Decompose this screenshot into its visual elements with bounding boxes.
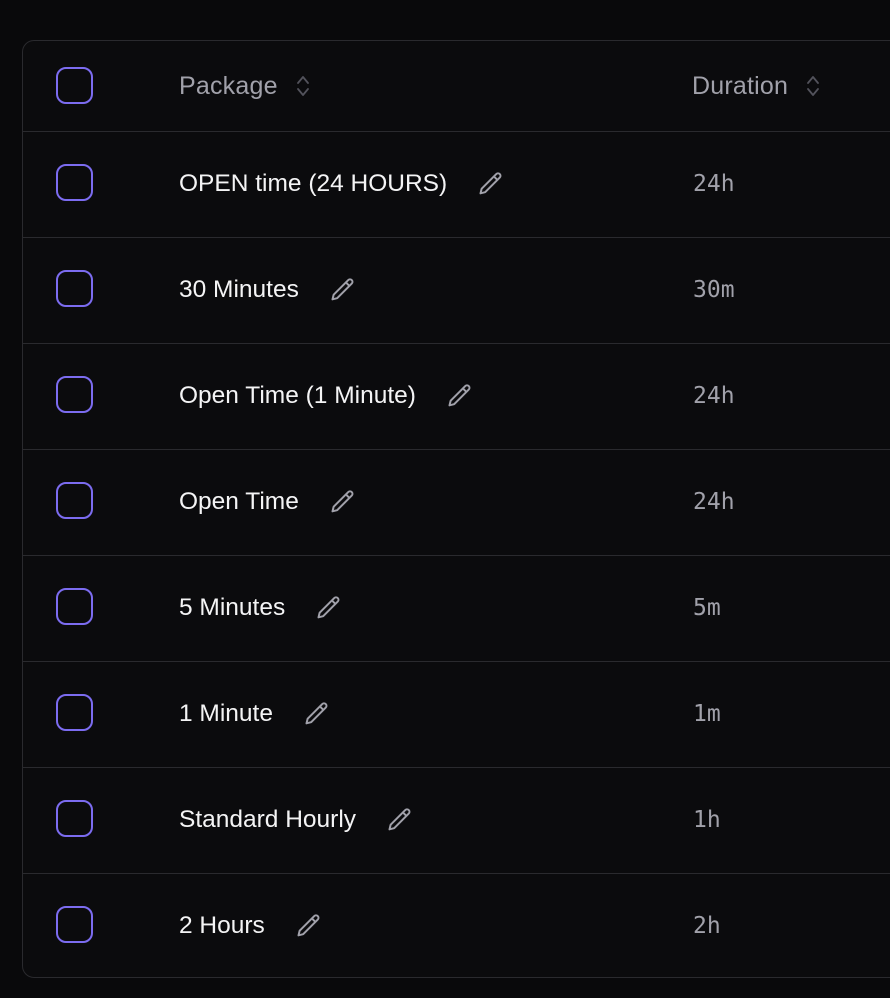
duration-cell: 24h [693, 171, 735, 197]
column-header-duration[interactable]: Duration [692, 41, 820, 131]
table-row[interactable]: Open Time 24h [23, 449, 890, 555]
table-row[interactable]: 1 Minute 1m [23, 661, 890, 767]
package-name: 2 Hours [179, 912, 265, 939]
sort-icon[interactable] [806, 73, 820, 99]
table-row[interactable]: 5 Minutes 5m [23, 555, 890, 661]
pencil-icon[interactable] [446, 382, 474, 410]
duration-cell: 30m [693, 277, 735, 303]
table-row[interactable]: 30 Minutes 30m [23, 237, 890, 343]
row-checkbox[interactable] [56, 588, 93, 625]
row-checkbox[interactable] [56, 694, 93, 731]
package-cell: 1 Minute [179, 662, 331, 766]
pencil-icon[interactable] [477, 170, 505, 198]
packages-table: Package Duration OPEN time (24 HOURS) 24… [22, 40, 890, 978]
package-name: Open Time (1 Minute) [179, 382, 416, 409]
row-checkbox[interactable] [56, 270, 93, 307]
column-header-package[interactable]: Package [179, 41, 310, 131]
package-name: 1 Minute [179, 700, 273, 727]
package-name: 5 Minutes [179, 594, 286, 621]
row-checkbox[interactable] [56, 164, 93, 201]
column-header-duration-label: Duration [692, 71, 789, 100]
pencil-icon[interactable] [329, 276, 357, 304]
pencil-icon[interactable] [386, 806, 414, 834]
package-name: 30 Minutes [179, 276, 299, 303]
table-row[interactable]: OPEN time (24 HOURS) 24h [23, 131, 890, 237]
package-cell: 2 Hours [179, 874, 323, 977]
row-checkbox[interactable] [56, 800, 93, 837]
duration-cell: 5m [693, 595, 721, 621]
package-cell: 30 Minutes [179, 238, 357, 342]
package-name: OPEN time (24 HOURS) [179, 170, 448, 197]
table-header-row: Package Duration [23, 41, 890, 131]
duration-cell: 24h [693, 383, 735, 409]
package-name: Open Time [179, 488, 299, 515]
package-name: Standard Hourly [179, 806, 357, 833]
duration-cell: 2h [693, 913, 721, 939]
table-row[interactable]: Open Time (1 Minute) 24h [23, 343, 890, 449]
duration-cell: 1m [693, 701, 721, 727]
package-cell: OPEN time (24 HOURS) [179, 132, 505, 236]
package-cell: Open Time [179, 450, 357, 554]
pencil-icon[interactable] [315, 594, 343, 622]
row-checkbox[interactable] [56, 376, 93, 413]
table-row[interactable]: 2 Hours 2h [23, 873, 890, 977]
pencil-icon[interactable] [329, 488, 357, 516]
duration-cell: 1h [693, 807, 721, 833]
column-header-package-label: Package [179, 71, 278, 100]
package-cell: 5 Minutes [179, 556, 343, 660]
duration-cell: 24h [693, 489, 735, 515]
pencil-icon[interactable] [303, 700, 331, 728]
pencil-icon[interactable] [295, 912, 323, 940]
select-all-checkbox[interactable] [56, 67, 93, 104]
row-checkbox[interactable] [56, 482, 93, 519]
table-row[interactable]: Standard Hourly 1h [23, 767, 890, 873]
package-cell: Standard Hourly [179, 768, 414, 872]
sort-icon[interactable] [296, 73, 310, 99]
row-checkbox[interactable] [56, 906, 93, 943]
package-cell: Open Time (1 Minute) [179, 344, 474, 448]
